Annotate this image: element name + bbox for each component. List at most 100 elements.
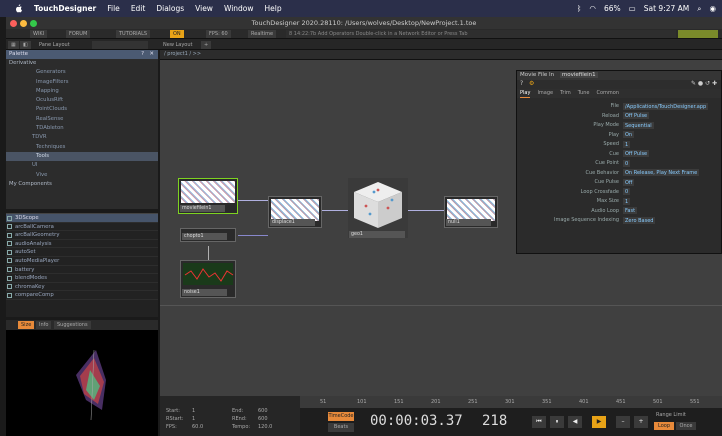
param-value[interactable]: Sequential bbox=[623, 121, 654, 129]
tab-play[interactable]: Play bbox=[520, 89, 531, 98]
python-icon[interactable]: ⚙ bbox=[529, 80, 534, 87]
tab-tune[interactable]: Tune bbox=[578, 89, 590, 98]
tab-suggestions[interactable]: Suggestions bbox=[54, 321, 91, 329]
menu-view[interactable]: View bbox=[195, 4, 213, 13]
palette-item[interactable]: Generators bbox=[6, 68, 158, 77]
palette-component-item[interactable]: arcBallGeometry bbox=[6, 231, 158, 240]
palette-item[interactable]: Techniques bbox=[6, 143, 158, 152]
palette-component-item[interactable]: audioAnalysis bbox=[6, 240, 158, 249]
help-icon[interactable]: ? bbox=[520, 80, 523, 87]
time-info-v[interactable]: 1 bbox=[192, 408, 195, 414]
time-info-v2[interactable]: 600 bbox=[258, 416, 268, 422]
palette-component-item[interactable]: autoMediaPlayer bbox=[6, 257, 158, 266]
grid-icon[interactable]: ▦ bbox=[8, 41, 19, 49]
spotlight-icon[interactable]: ⌕ bbox=[697, 4, 701, 14]
param-value[interactable]: 1 bbox=[623, 140, 631, 148]
palette-item[interactable]: ImageFilters bbox=[6, 78, 158, 87]
menu-edit[interactable]: Edit bbox=[131, 4, 146, 13]
palette-item[interactable]: PointClouds bbox=[6, 105, 158, 114]
param-value[interactable]: 0 bbox=[623, 188, 631, 195]
palette-item[interactable]: RealSense bbox=[6, 115, 158, 124]
zoom-window-button[interactable] bbox=[30, 20, 37, 27]
step-back-button[interactable]: ⏸ bbox=[550, 416, 564, 428]
wiki-button[interactable]: WIKI bbox=[30, 30, 48, 38]
reverse-button[interactable]: ◀ bbox=[568, 416, 582, 428]
palette-item[interactable]: TDAbleton bbox=[6, 124, 158, 133]
palette-item[interactable]: Vive bbox=[6, 171, 158, 180]
timecode-mode-button[interactable]: TimeCode bbox=[328, 412, 354, 421]
split-icon[interactable]: ◧ bbox=[20, 41, 31, 49]
tab-info[interactable]: Info bbox=[36, 321, 52, 329]
node-null[interactable]: null1 bbox=[444, 196, 498, 228]
menu-file[interactable]: File bbox=[107, 4, 120, 13]
param-value[interactable]: /Applications/TouchDesigner.app bbox=[623, 102, 709, 110]
node-noise[interactable]: noise1 bbox=[180, 260, 236, 298]
param-value[interactable]: Off Pulse bbox=[623, 150, 650, 157]
battery-icon[interactable]: ▭ bbox=[629, 4, 636, 13]
skip-start-button[interactable]: ⏮ bbox=[532, 416, 546, 428]
battery-percent[interactable]: 66% bbox=[604, 4, 621, 13]
param-value[interactable]: 0 bbox=[623, 159, 631, 167]
node-chopto[interactable]: chopto1 bbox=[180, 228, 236, 242]
tab-common[interactable]: Common bbox=[596, 89, 619, 98]
node-displace[interactable]: displace1 bbox=[268, 196, 322, 228]
palette-item[interactable]: OculusRift bbox=[6, 96, 158, 105]
timecode-display[interactable]: 00:00:03.37 bbox=[370, 413, 463, 429]
network-path[interactable]: / project1 / >> bbox=[164, 51, 201, 57]
forum-button[interactable]: FORUM bbox=[66, 30, 91, 38]
menu-app[interactable]: TouchDesigner bbox=[34, 4, 96, 13]
wire[interactable] bbox=[238, 235, 268, 236]
wifi-icon[interactable]: ◠ bbox=[589, 4, 596, 13]
apple-icon[interactable] bbox=[14, 3, 23, 14]
time-info-v2[interactable]: 600 bbox=[258, 408, 268, 414]
play-button[interactable]: ▶ bbox=[592, 416, 606, 428]
clock[interactable]: Sat 9:27 AM bbox=[644, 4, 690, 13]
skip-end-button[interactable]: + bbox=[634, 416, 648, 428]
param-value[interactable]: 1 bbox=[623, 197, 631, 205]
node-geo[interactable]: geo1 bbox=[348, 178, 408, 238]
tab-trim[interactable]: Trim bbox=[560, 89, 571, 98]
frame-display[interactable]: 218 bbox=[482, 413, 507, 429]
param-value[interactable]: Fast bbox=[623, 207, 638, 214]
tutorials-button[interactable]: TUTORIALS bbox=[116, 30, 151, 38]
palette-item[interactable]: UI bbox=[6, 161, 158, 170]
license-badge[interactable] bbox=[678, 30, 718, 38]
time-info-v[interactable]: 60.0 bbox=[192, 424, 203, 430]
palette-item[interactable]: Derivative bbox=[6, 59, 158, 68]
play-toggle[interactable]: ON bbox=[170, 30, 184, 38]
add-layout-icon[interactable]: + bbox=[201, 41, 212, 49]
timeline-ruler[interactable]: 51 101 151 201 251 301 351 401 451 501 551 bbox=[300, 396, 722, 408]
param-value[interactable]: Off Pulse bbox=[623, 112, 650, 119]
param-value[interactable]: Off bbox=[623, 178, 635, 186]
wire[interactable] bbox=[408, 210, 444, 211]
palette-item[interactable]: Tools bbox=[6, 151, 158, 162]
step-forward-button[interactable]: – bbox=[616, 416, 630, 428]
menu-help[interactable]: Help bbox=[265, 4, 282, 13]
siri-icon[interactable]: ◉ bbox=[709, 4, 716, 13]
param-value[interactable]: On bbox=[623, 131, 635, 138]
tab-image[interactable]: Image bbox=[537, 89, 553, 98]
beats-mode-button[interactable]: Beats bbox=[328, 423, 354, 432]
bluetooth-icon[interactable]: ᛒ bbox=[577, 4, 582, 13]
layout-buttons[interactable] bbox=[92, 41, 148, 49]
tab-size[interactable]: Size bbox=[18, 321, 35, 329]
close-window-button[interactable] bbox=[10, 20, 17, 27]
palette-component-item[interactable]: chromaKey bbox=[6, 283, 158, 292]
wire[interactable] bbox=[238, 200, 268, 201]
param-toolbar-icons[interactable]: ✎ ● ↺ ✚ bbox=[691, 80, 717, 87]
realtime-toggle[interactable]: Realtime bbox=[248, 30, 277, 38]
loop-button[interactable]: Loop bbox=[654, 422, 674, 430]
palette-component-item[interactable]: 3DScope bbox=[6, 214, 158, 223]
palette-component-item[interactable]: compareComp bbox=[6, 291, 158, 300]
param-value[interactable]: On Release, Play Next Frame bbox=[623, 169, 700, 176]
palette-component-item[interactable]: arcBallCamera bbox=[6, 223, 158, 232]
menu-dialogs[interactable]: Dialogs bbox=[156, 4, 184, 13]
palette-item[interactable]: Mapping bbox=[6, 87, 158, 96]
time-info-v[interactable]: 1 bbox=[192, 416, 195, 422]
palette-item[interactable]: TDVR bbox=[6, 133, 158, 142]
palette-component-item[interactable]: battery bbox=[6, 266, 158, 275]
once-button[interactable]: Once bbox=[676, 422, 696, 430]
close-icon[interactable]: ✕ bbox=[149, 50, 154, 59]
palette-item[interactable]: My Components bbox=[6, 180, 158, 189]
help-icon[interactable]: ? bbox=[141, 50, 144, 59]
